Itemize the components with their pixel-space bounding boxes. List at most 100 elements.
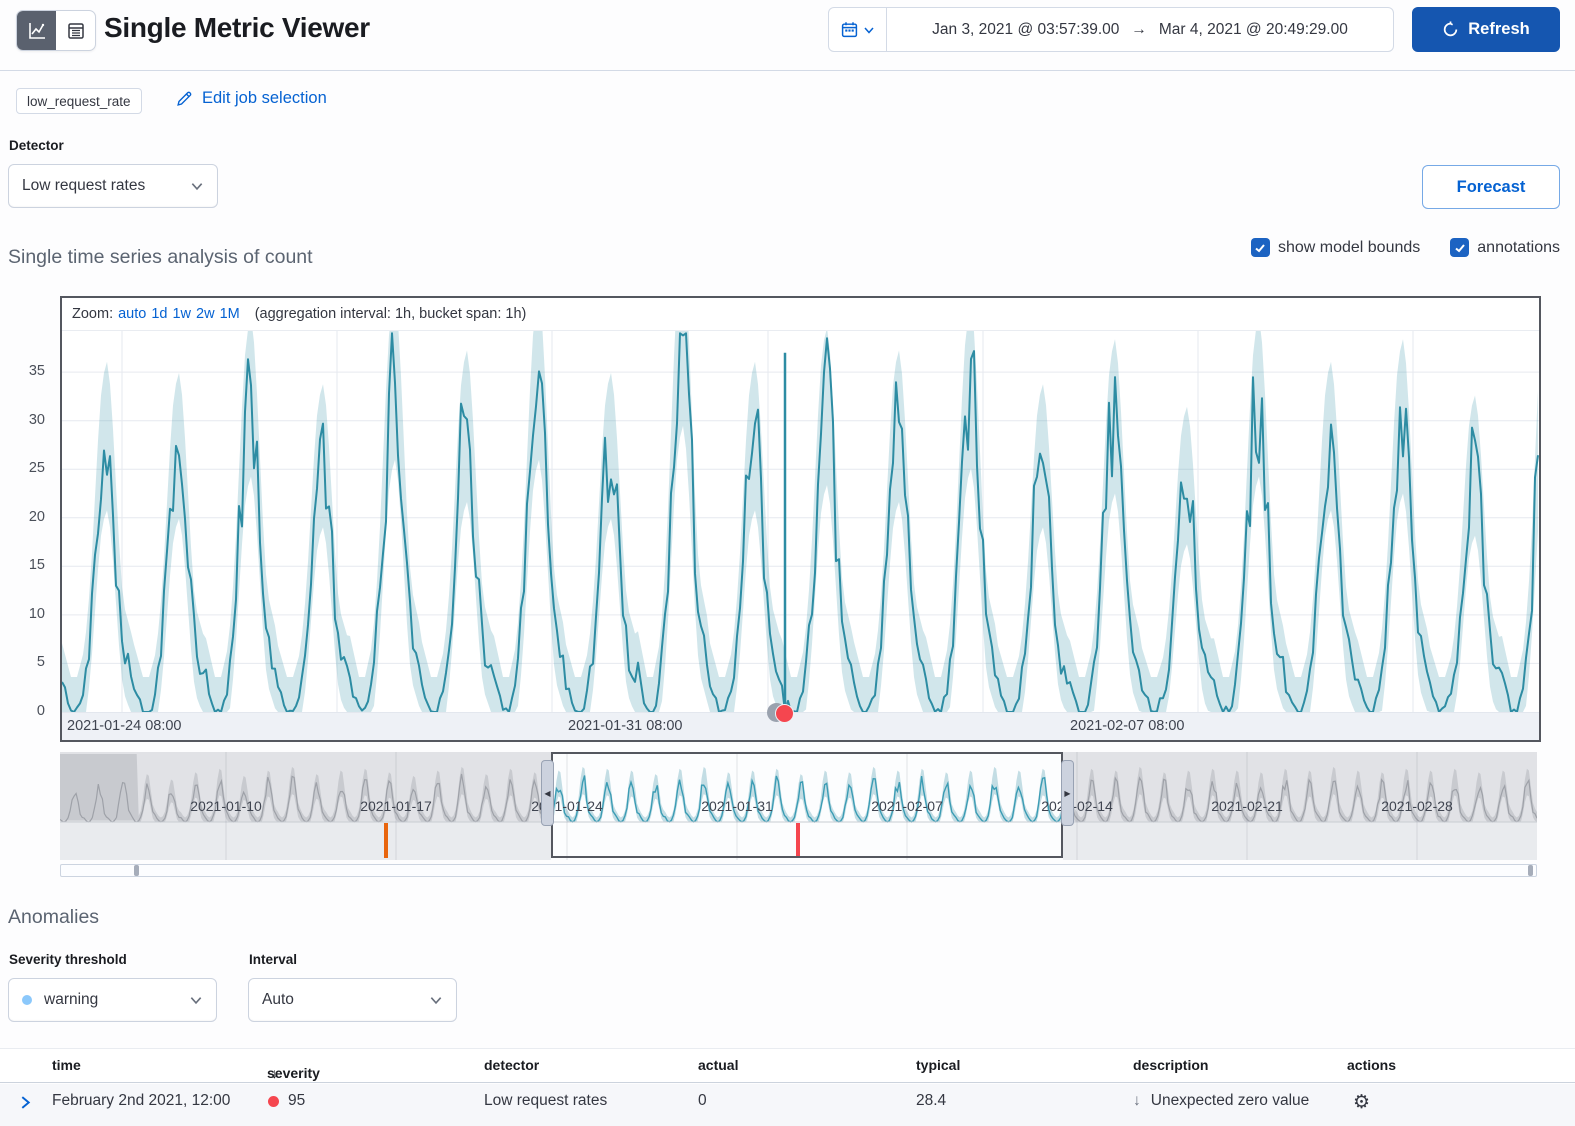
y-axis-tick: 0 <box>5 701 45 721</box>
brush-handle-right[interactable]: ▶ <box>1061 760 1074 826</box>
severity-option: warning <box>22 991 98 1009</box>
header-divider <box>0 70 1575 71</box>
col-description[interactable]: description <box>1133 1057 1208 1073</box>
y-axis-tick: 20 <box>5 507 45 527</box>
zoom-link-1d[interactable]: 1d <box>151 306 167 322</box>
cell-time: February 2nd 2021, 12:00 <box>52 1092 230 1110</box>
cell-severity: 95 <box>268 1092 305 1110</box>
triangle-left-icon: ◀ <box>544 789 550 798</box>
detector-label: Detector <box>9 138 64 153</box>
zoom-link-auto[interactable]: auto <box>118 306 146 322</box>
cell-detector: Low request rates <box>484 1092 607 1110</box>
cell-typical: 28.4 <box>916 1092 946 1110</box>
line-chart-icon <box>27 21 47 41</box>
zoom-link-1M[interactable]: 1M <box>220 306 240 322</box>
date-range-picker: Jan 3, 2021 @ 03:57:39.00 → Mar 4, 2021 … <box>828 7 1394 52</box>
anomalies-table-header: time severity↓ detector actual typical d… <box>0 1048 1575 1083</box>
zoom-link-1w[interactable]: 1w <box>172 306 191 322</box>
navigator-scrollbar[interactable] <box>60 864 1537 877</box>
refresh-label: Refresh <box>1468 20 1529 39</box>
focus-chart-plot[interactable] <box>62 331 1539 712</box>
single-metric-viewer-page: Single Metric Viewer Jan 3, 2021 @ 03:57… <box>0 0 1575 1126</box>
actions-gear-icon[interactable]: ⚙ <box>1353 1091 1370 1113</box>
x-axis-tick: 2021-01-24 08:00 <box>67 718 182 734</box>
table-view-toggle[interactable] <box>56 11 95 50</box>
col-typical[interactable]: typical <box>916 1057 960 1073</box>
calendar-icon <box>841 21 858 38</box>
col-actions: actions <box>1347 1057 1396 1073</box>
date-start[interactable]: Jan 3, 2021 @ 03:57:39.00 <box>932 21 1119 39</box>
x-axis-tick: 2021-01-31 08:00 <box>568 718 683 734</box>
chart-view-toggle[interactable] <box>17 11 56 50</box>
time-series-chart[interactable]: Zoom: auto 1d 1w 2w 1M (aggregation inte… <box>60 296 1541 742</box>
arrow-down-icon: ↓ <box>1133 1092 1141 1110</box>
chart-toggles: show model bounds annotations <box>1251 238 1560 257</box>
page-title: Single Metric Viewer <box>104 12 370 44</box>
y-axis-tick: 30 <box>5 410 45 430</box>
aggregation-info: (aggregation interval: 1h, bucket span: … <box>255 306 527 322</box>
zoom-prefix: Zoom: <box>72 306 113 322</box>
zoom-link-2w[interactable]: 2w <box>196 306 215 322</box>
col-detector[interactable]: detector <box>484 1057 539 1073</box>
checkbox-checked-icon <box>1251 238 1270 257</box>
chevron-down-icon <box>189 993 203 1007</box>
critical-severity-dot <box>268 1096 279 1107</box>
date-range-display[interactable]: Jan 3, 2021 @ 03:57:39.00 → Mar 4, 2021 … <box>887 8 1393 51</box>
col-actual[interactable]: actual <box>698 1057 738 1073</box>
cell-description: ↓ Unexpected zero value <box>1133 1092 1309 1110</box>
detector-select[interactable]: Low request rates <box>8 164 218 208</box>
expand-row-chevron[interactable] <box>18 1095 33 1115</box>
chevron-down-icon <box>863 24 875 36</box>
y-axis-tick: 5 <box>5 652 45 672</box>
edit-job-selection-label: Edit job selection <box>202 89 327 108</box>
refresh-button[interactable]: Refresh <box>1412 7 1560 52</box>
show-model-bounds-label: show model bounds <box>1278 239 1420 257</box>
x-axis-tick: 2021-02-07 08:00 <box>1070 718 1185 734</box>
forecast-button[interactable]: Forecast <box>1422 165 1560 209</box>
severity-threshold-label: Severity threshold <box>9 952 127 967</box>
sort-desc-icon: ↓ <box>271 1065 278 1081</box>
checkbox-checked-icon <box>1450 238 1469 257</box>
triangle-right-icon: ▶ <box>1064 789 1070 798</box>
detector-value: Low request rates <box>22 177 145 195</box>
warning-severity-dot <box>22 995 32 1005</box>
annotations-label: annotations <box>1477 239 1560 257</box>
interval-value: Auto <box>262 991 294 1009</box>
job-badge[interactable]: low_request_rate <box>16 88 142 114</box>
y-axis-tick: 25 <box>5 458 45 478</box>
col-time[interactable]: time <box>52 1057 81 1073</box>
severity-score: 95 <box>288 1092 305 1110</box>
x-axis: 2021-01-24 08:00 2021-01-31 08:00 2021-0… <box>62 712 1539 740</box>
refresh-icon <box>1442 21 1459 38</box>
table-icon <box>66 21 86 41</box>
view-toggle-group <box>16 10 96 51</box>
anomaly-table-row[interactable]: February 2nd 2021, 12:00 95 Low request … <box>0 1084 1575 1126</box>
edit-job-selection-link[interactable]: Edit job selection <box>176 89 327 108</box>
date-end[interactable]: Mar 4, 2021 @ 20:49:29.00 <box>1159 21 1348 39</box>
description-text: Unexpected zero value <box>1151 1092 1310 1110</box>
context-chart-navigator[interactable]: 2021-01-10 2021-01-17 2021-01-24 2021-01… <box>60 752 1537 860</box>
time-range-selection-brush[interactable] <box>551 752 1063 858</box>
chevron-down-icon <box>429 993 443 1007</box>
severity-value: warning <box>44 991 98 1009</box>
y-axis-tick: 35 <box>5 361 45 381</box>
severity-threshold-select[interactable]: warning <box>8 978 217 1022</box>
anomalies-heading: Anomalies <box>8 906 99 929</box>
cell-actual: 0 <box>698 1092 707 1110</box>
show-model-bounds-checkbox[interactable]: show model bounds <box>1251 238 1420 257</box>
series-heading: Single time series analysis of count <box>8 246 313 269</box>
y-axis-tick: 15 <box>5 555 45 575</box>
anomaly-marker-dot[interactable] <box>775 704 794 723</box>
chevron-down-icon <box>190 179 204 193</box>
y-axis-tick: 10 <box>5 604 45 624</box>
brush-handle-left[interactable]: ◀ <box>541 760 554 826</box>
zoom-controls: Zoom: auto 1d 1w 2w 1M (aggregation inte… <box>62 298 1539 331</box>
scrollbar-pill-right[interactable] <box>1528 865 1533 876</box>
annotations-checkbox[interactable]: annotations <box>1450 238 1560 257</box>
interval-select[interactable]: Auto <box>248 978 457 1022</box>
pencil-icon <box>176 90 193 107</box>
scrollbar-pill-left[interactable] <box>134 865 139 876</box>
arrow-right-icon: → <box>1131 21 1147 39</box>
date-picker-menu-button[interactable] <box>829 8 887 51</box>
interval-label: Interval <box>249 952 297 967</box>
